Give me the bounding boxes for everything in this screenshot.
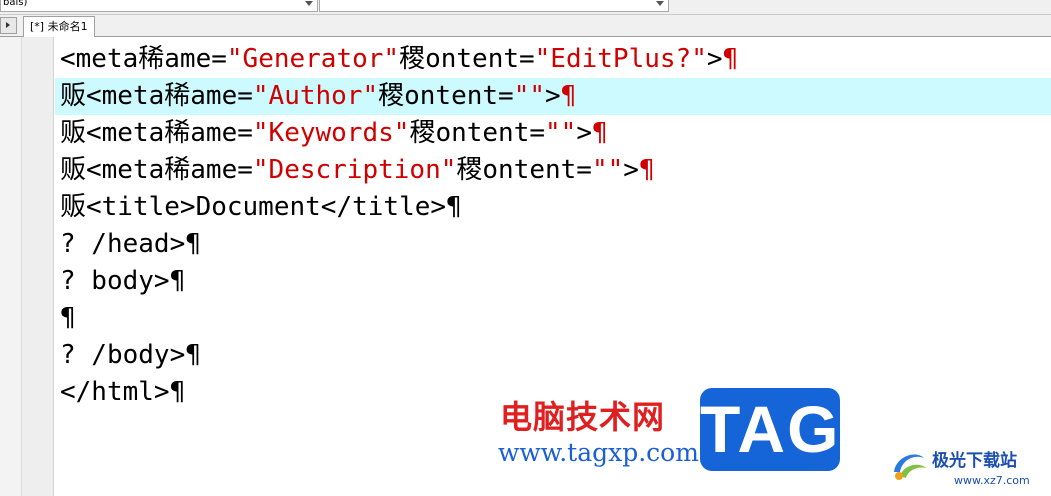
code-text: 贩<title>Document</title> bbox=[60, 192, 447, 222]
font-dropdown-value: bals) bbox=[3, 0, 28, 8]
chevron-down-icon bbox=[305, 1, 313, 6]
code-text: ? body> bbox=[60, 266, 170, 296]
code-text: > bbox=[545, 81, 561, 111]
watermark-site-name: 电脑技术网 bbox=[500, 398, 666, 436]
code-line[interactable]: 贩<meta稀ame="Author"稷ontent="">¶ bbox=[55, 78, 1051, 115]
font-dropdown[interactable]: bals) bbox=[0, 0, 318, 12]
watermark-url: www.tagxp.com bbox=[498, 438, 699, 467]
code-text: 稷ontent= bbox=[399, 44, 535, 74]
code-line[interactable]: ? body>¶ bbox=[55, 263, 1051, 300]
arrow-right-icon bbox=[6, 22, 10, 28]
code-text: > bbox=[706, 44, 723, 74]
code-line[interactable]: 贩<meta稀ame="Description"稷ontent="">¶ bbox=[55, 152, 1051, 189]
watermark-tag-badge: TAG bbox=[700, 388, 840, 471]
watermark-brand-name: 极光下载站 bbox=[932, 451, 1017, 471]
aurora-logo-icon bbox=[894, 454, 926, 480]
pilcrow-mark: ¶ bbox=[169, 377, 186, 407]
code-line[interactable]: 贩<meta稀ame="Keywords"稷ontent="">¶ bbox=[55, 115, 1051, 152]
code-line[interactable]: ¶ bbox=[55, 300, 1051, 337]
code-string: "Author" bbox=[252, 81, 379, 111]
pilcrow-mark: ¶ bbox=[185, 229, 201, 259]
code-text: 贩<meta稀ame= bbox=[60, 118, 253, 148]
code-line[interactable]: ? /head>¶ bbox=[55, 226, 1051, 263]
code-string: "" bbox=[545, 118, 577, 148]
code-text: 贩<meta稀ame= bbox=[60, 155, 253, 185]
code-string: "Keywords" bbox=[252, 118, 410, 148]
pilcrow-mark: ¶ bbox=[638, 155, 655, 185]
code-string: "" bbox=[591, 155, 624, 185]
code-line[interactable]: 贩<title>Document</title>¶ bbox=[55, 189, 1051, 226]
code-line[interactable]: <meta稀ame="Generator"稷ontent="EditPlus?"… bbox=[55, 41, 1051, 78]
code-string: "Description" bbox=[252, 155, 457, 185]
code-text: 贩<meta稀ame= bbox=[60, 81, 253, 111]
function-dropdown[interactable] bbox=[319, 0, 669, 12]
code-text: ? /body> bbox=[60, 340, 186, 370]
code-text: > bbox=[623, 155, 639, 185]
code-text: ? /head> bbox=[60, 229, 186, 259]
pilcrow-mark: ¶ bbox=[60, 303, 76, 333]
toolbar: bals) bbox=[0, 0, 1051, 15]
tab-untitled-1[interactable]: [*] 未命名1 bbox=[23, 16, 95, 37]
pilcrow-mark: ¶ bbox=[185, 340, 201, 370]
code-text: <meta稀ame= bbox=[60, 44, 227, 74]
left-panel-strip bbox=[0, 37, 22, 496]
chevron-down-icon bbox=[656, 1, 664, 6]
document-tab-bar: [*] 未命名1 bbox=[0, 15, 1051, 37]
code-line[interactable]: ? /body>¶ bbox=[55, 337, 1051, 374]
code-string: "" bbox=[513, 81, 546, 111]
pilcrow-mark: ¶ bbox=[722, 44, 739, 74]
pilcrow-mark: ¶ bbox=[446, 192, 462, 222]
watermark-brand-url: www.xz7.com bbox=[954, 474, 1030, 487]
code-text: 稷ontent= bbox=[378, 81, 514, 111]
code-string: "EditPlus?" bbox=[534, 44, 707, 74]
line-gutter bbox=[22, 37, 54, 496]
code-text: 稷ontent= bbox=[456, 155, 592, 185]
code-text: </html> bbox=[60, 377, 170, 407]
code-string: "Generator" bbox=[226, 44, 400, 74]
pilcrow-mark: ¶ bbox=[560, 81, 577, 111]
pilcrow-mark: ¶ bbox=[169, 266, 186, 296]
code-text: 稷ontent= bbox=[409, 118, 546, 148]
code-text: > bbox=[576, 118, 592, 148]
tab-scroll-button[interactable] bbox=[0, 17, 17, 34]
pilcrow-mark: ¶ bbox=[591, 118, 608, 148]
